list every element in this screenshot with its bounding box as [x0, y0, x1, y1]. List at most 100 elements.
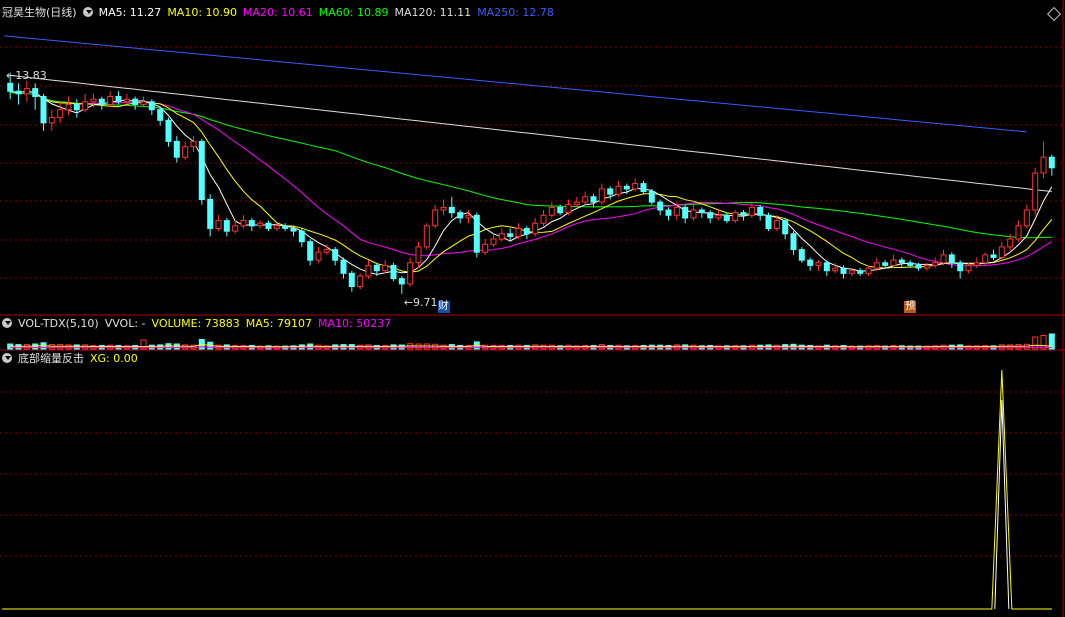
candle-body-15 — [132, 98, 139, 105]
vol-title[interactable]: VOL-TDX(5,10) — [18, 317, 99, 330]
xg-label: XG: 0.00 — [90, 352, 138, 365]
candle-body-72 — [607, 188, 614, 195]
xg-line — [2, 369, 1052, 610]
candle-body-49 — [415, 246, 422, 264]
candle-body-54 — [457, 212, 464, 219]
volume-bar-65 — [548, 344, 555, 350]
candle-body-125 — [1048, 156, 1055, 169]
vol-header: VOL-TDX(5,10) VVOL: - VOLUME: 73883 MA5: 79… — [2, 317, 397, 331]
candle-body-12 — [107, 96, 114, 105]
candle-body-116 — [973, 262, 980, 266]
stock-title[interactable]: 冠昊生物(日线) — [2, 6, 77, 19]
candle-body-20 — [173, 140, 180, 158]
candle-body-7 — [65, 103, 72, 111]
volume-bar-53 — [448, 344, 455, 350]
candle-body-93 — [782, 220, 789, 235]
candle-body-65 — [548, 206, 555, 216]
candle-body-71 — [598, 188, 605, 203]
candle-body-29 — [248, 220, 255, 227]
volume-bar-8 — [73, 344, 80, 350]
volume-bar-119 — [998, 344, 1005, 350]
volume-bar-1 — [15, 344, 22, 350]
candle-body-105 — [882, 262, 889, 266]
candle-body-62 — [523, 228, 530, 235]
candle-body-3 — [32, 88, 39, 97]
candle-body-59 — [498, 233, 505, 240]
volume-bar-42 — [357, 344, 364, 350]
candle-body-98 — [823, 262, 830, 272]
candle-body-0 — [7, 82, 14, 92]
candle-body-73 — [615, 185, 622, 195]
candle-body-17 — [148, 101, 155, 111]
candle-body-112 — [940, 254, 947, 264]
candle-body-25 — [215, 220, 222, 230]
candle-body-26 — [223, 220, 230, 232]
ma-label-2: MA20: 10.61 — [243, 6, 313, 19]
volume-bar-82 — [690, 344, 697, 350]
candle-body-122 — [1023, 209, 1030, 227]
candle-body-1 — [15, 90, 22, 95]
volume-bar-12 — [107, 344, 114, 350]
candle-body-11 — [98, 98, 105, 105]
volume-bar-114 — [957, 344, 964, 350]
candle-body-87 — [732, 212, 739, 222]
menu-circle-icon[interactable] — [2, 318, 12, 328]
candle-body-34 — [290, 228, 297, 232]
candle-body-80 — [673, 206, 680, 216]
candle-body-94 — [790, 233, 797, 251]
financial-report-marker[interactable]: 财 — [437, 301, 450, 313]
candle-body-123 — [1032, 172, 1039, 211]
volume-bar-98 — [823, 344, 830, 350]
volume-bar-49 — [415, 343, 422, 350]
candle-body-74 — [623, 185, 630, 190]
vol-ma10-label: MA10: 50237 — [318, 317, 392, 330]
volume-bar-5 — [48, 344, 55, 350]
volume-bar-95 — [798, 344, 805, 350]
candle-body-61 — [515, 228, 522, 237]
candle-body-14 — [123, 98, 130, 103]
candle-body-4 — [40, 96, 47, 124]
candle-body-53 — [448, 206, 455, 214]
candle-body-21 — [182, 146, 189, 158]
candle-body-115 — [965, 264, 972, 272]
candle-body-47 — [398, 278, 405, 285]
candle-body-113 — [948, 254, 955, 264]
volume-bar-40 — [340, 344, 347, 350]
volume-bar-91 — [765, 344, 772, 350]
volume-bar-81 — [682, 344, 689, 350]
candle-body-106 — [890, 259, 897, 266]
candle-body-52 — [440, 206, 447, 211]
candle-body-36 — [307, 241, 314, 261]
indicator-header: 底部缩量反击 XG: 0.00 — [2, 352, 144, 366]
volume-bar-9 — [82, 344, 89, 350]
candle-body-10 — [90, 98, 97, 103]
volume-bar-18 — [157, 344, 164, 350]
volume-bar-122 — [1023, 343, 1030, 350]
candle-body-23 — [198, 140, 205, 200]
volume-bar-80 — [673, 344, 680, 350]
menu-circle-icon[interactable] — [82, 7, 93, 17]
volume-bar-92 — [773, 344, 780, 350]
volume-bar-61 — [515, 344, 522, 350]
candle-body-114 — [957, 262, 964, 272]
candle-body-84 — [707, 212, 714, 219]
candle-body-102 — [857, 270, 864, 274]
candle-body-121 — [1015, 225, 1022, 240]
candle-body-86 — [723, 214, 730, 222]
forecast-marker[interactable]: 预 — [904, 301, 917, 313]
vol-ma5-label: MA5: 79107 — [245, 317, 312, 330]
volume-bar-77 — [648, 344, 655, 350]
volume-bar-112 — [940, 344, 947, 350]
candle-body-13 — [115, 96, 122, 103]
indicator-title[interactable]: 底部缩量反击 — [18, 352, 84, 365]
candle-body-18 — [157, 109, 164, 121]
volume-bar-35 — [298, 344, 305, 350]
candle-body-68 — [573, 201, 580, 206]
ma10-line — [10, 90, 1053, 273]
menu-circle-icon[interactable] — [2, 353, 12, 363]
ma-label-1: MA10: 10.90 — [167, 6, 238, 19]
volume-bar-41 — [348, 344, 355, 350]
candle-body-103 — [865, 267, 872, 274]
candle-body-83 — [698, 209, 705, 214]
candle-body-101 — [848, 270, 855, 274]
